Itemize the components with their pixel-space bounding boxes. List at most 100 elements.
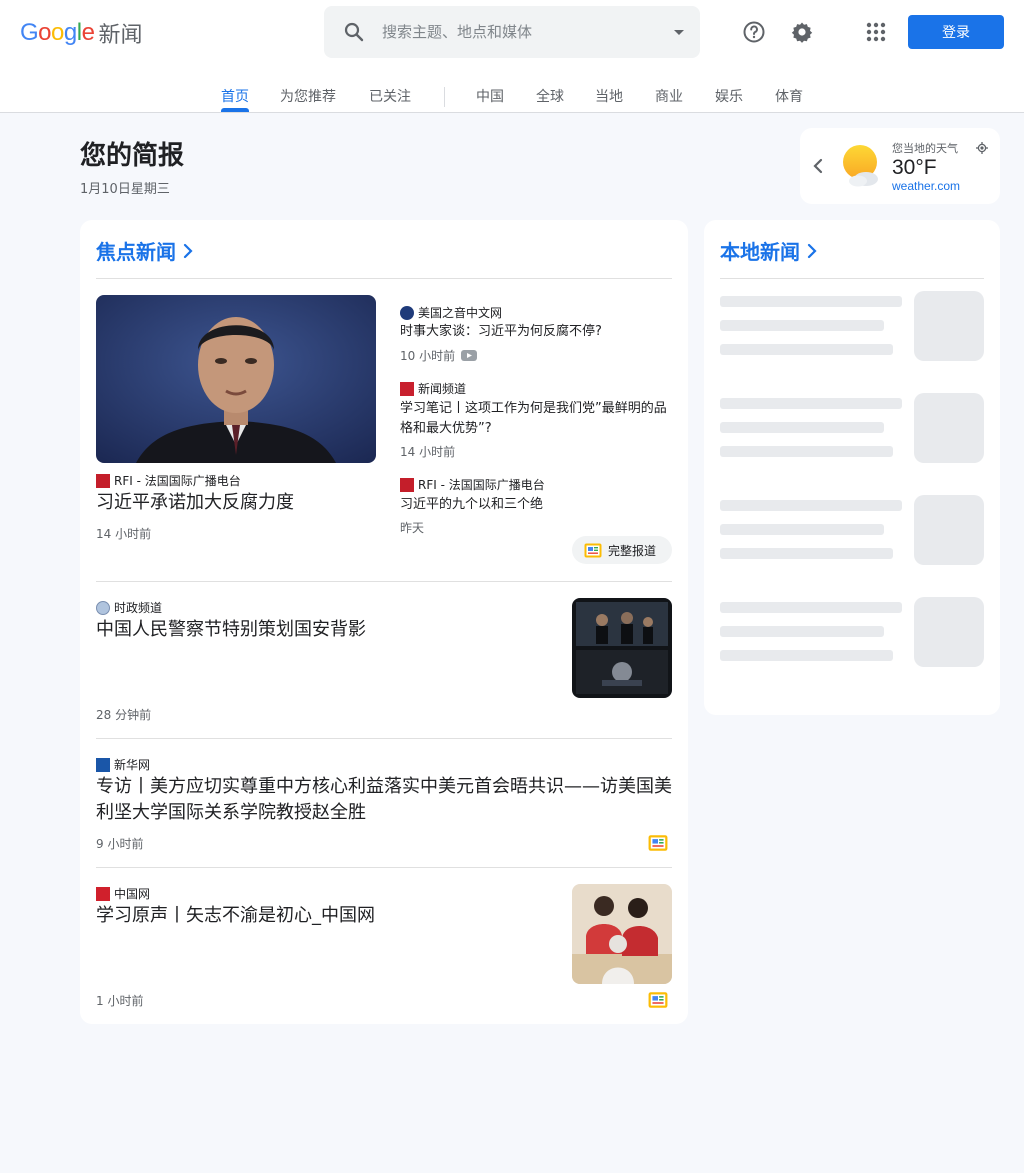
- related-time: 14 小时前: [400, 445, 456, 459]
- divider: [720, 278, 984, 279]
- story-source[interactable]: 新华网: [96, 756, 150, 773]
- google-news-logo[interactable]: Google 新闻: [20, 18, 142, 48]
- search-icon[interactable]: [342, 20, 366, 44]
- divider: [96, 738, 672, 739]
- tab-local[interactable]: 当地: [595, 86, 623, 106]
- search-options-dropdown-icon[interactable]: [672, 26, 686, 40]
- related-headline[interactable]: 学习笔记丨这项工作为何是我们党”最鲜明的品格和最大优势”?: [400, 399, 672, 439]
- top-stories-card: 焦点新闻 RFI - 法国国际广播电台 习近平承诺加大反腐力度 14 小时前 美: [80, 220, 688, 1024]
- story-time: 9 小时前: [96, 837, 144, 851]
- weather-temperature: 30°F: [892, 156, 937, 179]
- loading-image-placeholder: [914, 597, 984, 667]
- briefing-date: 1月10日星期三: [80, 182, 170, 197]
- time-text: 10 小时前: [400, 349, 456, 363]
- story-source[interactable]: 时政频道: [96, 599, 162, 616]
- weather-source-link[interactable]: weather.com: [892, 179, 960, 193]
- story-source[interactable]: 中国网: [96, 885, 150, 902]
- full-coverage-icon[interactable]: [648, 991, 668, 1009]
- local-news-title: 本地新闻: [720, 240, 800, 264]
- rfi-logo-icon: [96, 473, 110, 488]
- related-source[interactable]: RFI - 法国国际广播电台: [400, 476, 545, 493]
- story-time: 28 分钟前: [96, 708, 152, 722]
- tab-for-you[interactable]: 为您推荐: [280, 86, 336, 106]
- active-tab-indicator: [221, 108, 249, 112]
- news-channel-logo-icon: [400, 381, 414, 396]
- source-name: RFI - 法国国际广播电台: [114, 474, 241, 488]
- loading-image-placeholder: [914, 393, 984, 463]
- loading-placeholder: [720, 626, 884, 637]
- tab-china[interactable]: 中国: [476, 86, 504, 106]
- related-time: 10 小时前: [400, 347, 478, 364]
- loading-placeholder: [720, 446, 893, 457]
- source-name: RFI - 法国国际广播电台: [418, 478, 545, 492]
- full-coverage-icon[interactable]: [648, 834, 668, 852]
- local-news-header[interactable]: 本地新闻: [720, 236, 818, 265]
- divider: [96, 278, 672, 279]
- local-news-card: 本地新闻: [704, 220, 1000, 715]
- logo-suffix: 新闻: [98, 23, 143, 48]
- page-title: 您的简报: [80, 141, 185, 171]
- source-name: 时政频道: [114, 601, 163, 615]
- related-time: 昨天: [400, 521, 425, 535]
- tab-sports[interactable]: 体育: [775, 86, 803, 106]
- tab-following[interactable]: 已关注: [369, 86, 411, 106]
- loading-placeholder: [720, 344, 893, 355]
- video-icon: [461, 350, 478, 361]
- apps-button[interactable]: [862, 16, 890, 48]
- full-coverage-icon: [584, 543, 602, 557]
- story-headline[interactable]: 学习原声丨矢志不渝是初心_中国网: [96, 903, 556, 929]
- loading-placeholder: [720, 548, 893, 559]
- top-stories-title: 焦点新闻: [96, 240, 176, 264]
- logo-google-text: Google: [20, 19, 95, 46]
- featured-source[interactable]: RFI - 法国国际广播电台: [96, 472, 241, 489]
- loading-placeholder: [720, 296, 902, 307]
- source-name: 新闻频道: [418, 382, 467, 396]
- chevron-left-icon[interactable]: [812, 156, 824, 176]
- loading-placeholder: [720, 500, 902, 511]
- featured-headline[interactable]: 习近平承诺加大反腐力度: [96, 490, 386, 516]
- help-button[interactable]: [740, 16, 768, 48]
- full-coverage-button[interactable]: 完整报道: [572, 536, 672, 564]
- xinhua-logo-icon: [96, 757, 110, 772]
- tab-divider: [444, 87, 445, 107]
- tab-world[interactable]: 全球: [536, 86, 564, 106]
- politics-channel-logo-icon: [96, 600, 110, 615]
- search-box[interactable]: [324, 6, 700, 58]
- featured-time: 14 小时前: [96, 527, 152, 541]
- story-headline[interactable]: 专访丨美方应切实尊重中方核心利益落实中美元首会晤共识——访美国美利坚大学国际关系…: [96, 774, 676, 826]
- featured-story-image[interactable]: [96, 295, 376, 463]
- source-name: 新华网: [114, 758, 151, 772]
- related-headline[interactable]: 时事大家谈：习近平为何反腐不停?: [400, 322, 672, 342]
- divider: [96, 867, 672, 868]
- loading-image-placeholder: [914, 495, 984, 565]
- search-input[interactable]: [382, 23, 642, 41]
- related-headline[interactable]: 习近平的九个以和三个绝: [400, 495, 672, 515]
- story-thumbnail[interactable]: [572, 598, 672, 698]
- tab-home[interactable]: 首页: [221, 86, 249, 106]
- chevron-right-icon: [807, 243, 817, 258]
- nav-tabs: 首页 为您推荐 已关注 中国 全球 当地 商业 娱乐 体育: [0, 78, 1024, 113]
- tab-business[interactable]: 商业: [655, 86, 683, 106]
- story-headline[interactable]: 中国人民警察节特别策划国安背影: [96, 617, 556, 643]
- help-icon: [743, 21, 765, 43]
- story-time: 1 小时前: [96, 994, 144, 1008]
- rfi-logo-icon: [400, 477, 414, 492]
- gear-icon: [791, 22, 813, 43]
- loading-placeholder: [720, 398, 902, 409]
- tab-entertainment[interactable]: 娱乐: [715, 86, 743, 106]
- loading-image-placeholder: [914, 291, 984, 361]
- loading-placeholder: [720, 524, 884, 535]
- story-thumbnail[interactable]: [572, 884, 672, 984]
- location-icon[interactable]: [976, 142, 988, 154]
- related-source[interactable]: 美国之音中文网: [400, 304, 502, 321]
- related-source[interactable]: 新闻频道: [400, 380, 466, 397]
- source-name: 中国网: [114, 887, 151, 901]
- full-coverage-label: 完整报道: [608, 543, 657, 558]
- header: Google 新闻 登录 首页 为您推荐 已关注 中国 全球 当地 商业 娱乐 …: [0, 0, 1024, 113]
- weather-widget[interactable]: 您当地的天气 30°F weather.com: [800, 128, 1000, 204]
- settings-button[interactable]: [788, 16, 816, 48]
- sign-in-button[interactable]: 登录: [908, 15, 1004, 49]
- top-stories-header[interactable]: 焦点新闻: [96, 236, 194, 265]
- partly-cloudy-icon: [843, 145, 878, 187]
- divider: [96, 581, 672, 582]
